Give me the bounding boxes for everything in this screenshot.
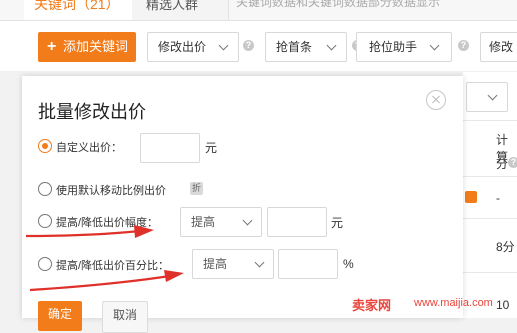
watermark: 卖家网 www.maijia.com xyxy=(352,294,517,314)
arrow-icon xyxy=(25,225,154,238)
watermark-logo: 卖家网 xyxy=(352,298,392,313)
annotation-arrows xyxy=(25,225,184,292)
watermark-url: www.maijia.com xyxy=(414,297,493,309)
arrow-icon xyxy=(29,270,184,292)
